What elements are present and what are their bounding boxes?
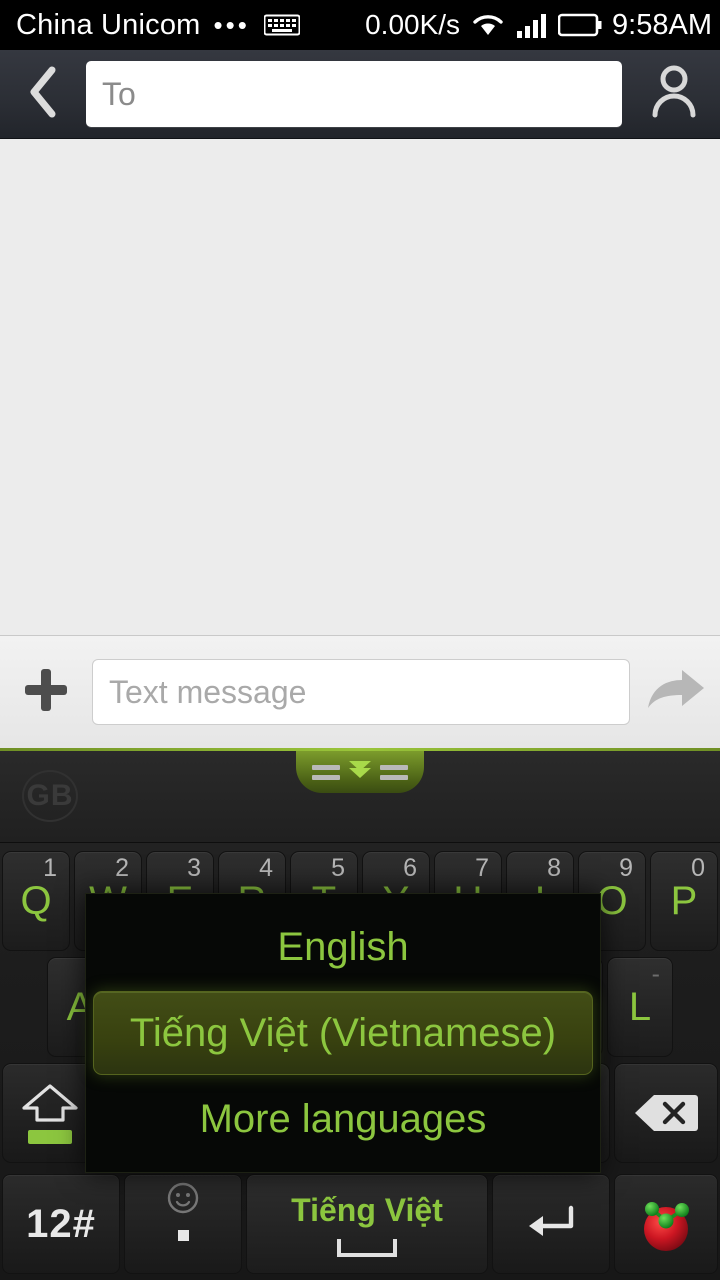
keyboard-icon xyxy=(263,13,300,37)
signal-bars-icon xyxy=(516,12,548,38)
add-contact-button[interactable] xyxy=(628,50,720,139)
key-q[interactable]: 1Q xyxy=(2,851,70,951)
language-switch-popup: English Tiếng Việt (Vietnamese) More lan… xyxy=(85,893,601,1173)
recipient-input[interactable]: To xyxy=(86,61,622,127)
key-hint: 1 xyxy=(43,854,57,882)
keyboard-collapse-tab[interactable] xyxy=(296,751,424,793)
key-row-4: 12# Tiếng Việt xyxy=(0,1172,720,1276)
key-label: Q xyxy=(20,879,52,923)
key-label: P xyxy=(670,879,698,923)
contact-person-icon xyxy=(647,63,701,126)
key-l[interactable]: -L xyxy=(607,957,673,1057)
language-option-english[interactable]: English xyxy=(86,903,600,991)
period-dot xyxy=(177,1229,189,1241)
key-label: L xyxy=(628,985,652,1029)
send-arrow-icon xyxy=(642,664,708,721)
symbols-label: 12# xyxy=(26,1202,96,1246)
clock-time: 9:58AM xyxy=(612,8,712,41)
go-keyboard-tomato-icon xyxy=(635,1193,697,1255)
back-button[interactable] xyxy=(0,50,86,139)
back-chevron-icon xyxy=(26,64,60,125)
space-language-label: Tiếng Việt xyxy=(291,1191,443,1228)
gb-badge: GB xyxy=(22,770,78,822)
space-key[interactable]: Tiếng Việt xyxy=(246,1174,488,1274)
key-hint: 4 xyxy=(259,854,273,882)
key-hint: 5 xyxy=(331,854,345,882)
smiley-face-icon xyxy=(166,1181,200,1220)
shift-key[interactable] xyxy=(2,1063,98,1163)
menu-lines-right-icon xyxy=(380,764,408,780)
compose-bar: Text message xyxy=(0,635,720,748)
language-option-vietnamese[interactable]: Tiếng Việt (Vietnamese) xyxy=(93,991,593,1075)
conversation-area xyxy=(0,139,720,635)
enter-key[interactable] xyxy=(492,1174,610,1274)
plus-icon xyxy=(20,664,72,721)
key-hint: 3 xyxy=(187,854,201,882)
menu-lines-left-icon xyxy=(312,764,340,780)
key-p[interactable]: 0P xyxy=(650,851,718,951)
key-hint: 8 xyxy=(547,854,561,882)
app-bar: To xyxy=(0,50,720,139)
shift-arrow-icon xyxy=(20,1082,80,1144)
attach-button[interactable] xyxy=(0,664,92,721)
send-button[interactable] xyxy=(630,664,720,721)
key-hint: 9 xyxy=(619,854,633,882)
key-hint: 7 xyxy=(475,854,489,882)
enter-return-icon xyxy=(523,1200,579,1249)
status-dots: ••• xyxy=(213,10,250,40)
wifi-icon xyxy=(470,11,506,39)
go-keyboard-key[interactable] xyxy=(614,1174,718,1274)
key-hint: 6 xyxy=(403,854,417,882)
double-chevron-down-icon xyxy=(349,760,371,778)
recipient-placeholder: To xyxy=(102,75,136,112)
backspace-icon xyxy=(633,1091,699,1135)
carrier-name: China Unicom xyxy=(16,8,201,41)
key-label: O xyxy=(596,879,628,923)
space-bar-icon xyxy=(337,1238,397,1257)
network-speed: 0.00K/s xyxy=(365,9,461,40)
key-hint: 2 xyxy=(115,854,129,882)
message-placeholder: Text message xyxy=(109,673,307,710)
key-hint: 0 xyxy=(691,854,705,882)
battery-icon xyxy=(558,12,602,38)
shift-indicator-bar xyxy=(28,1130,72,1144)
backspace-key[interactable] xyxy=(613,1063,718,1163)
message-input[interactable]: Text message xyxy=(92,659,630,725)
language-option-more[interactable]: More languages xyxy=(86,1075,600,1163)
key-hint: - xyxy=(651,960,660,988)
period-key[interactable] xyxy=(124,1174,242,1274)
status-bar: China Unicom ••• 0.00K/s 9:58AM xyxy=(0,0,720,50)
symbols-key[interactable]: 12# xyxy=(2,1174,120,1274)
keyboard-toolbar-strip: GB xyxy=(0,751,720,843)
